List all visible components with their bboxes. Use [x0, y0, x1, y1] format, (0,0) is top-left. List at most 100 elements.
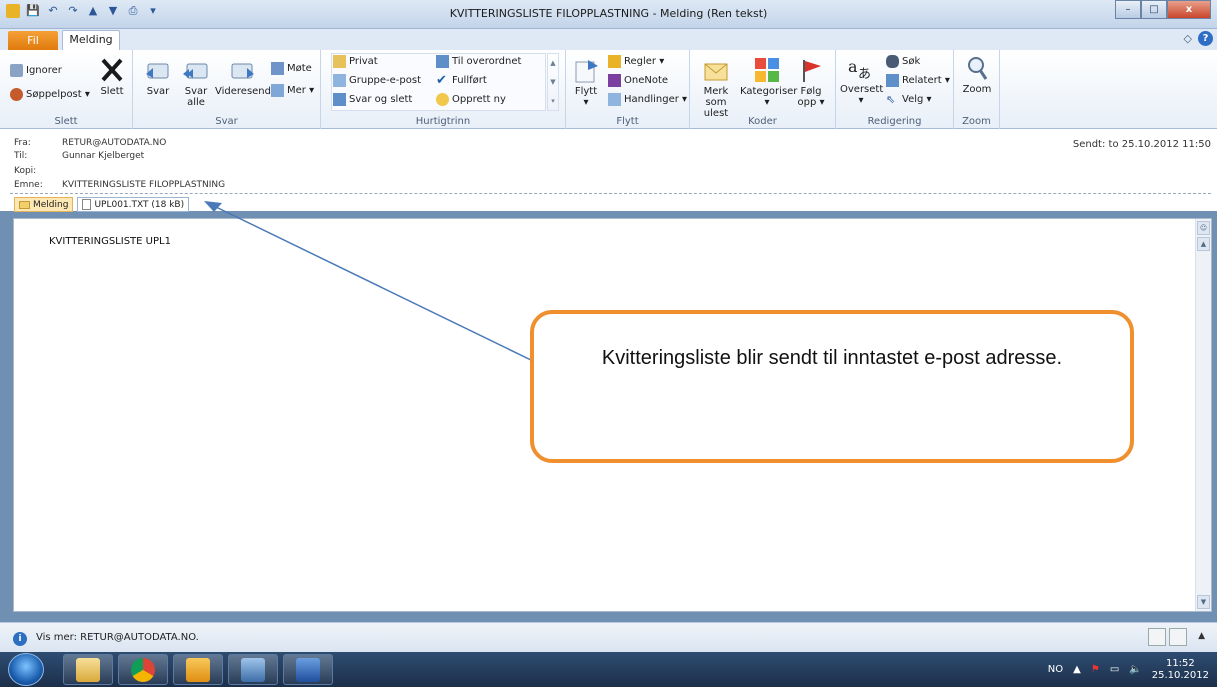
cc-row: Kopi: — [14, 166, 62, 176]
network-icon[interactable]: ▭ — [1110, 664, 1119, 675]
windows-taskbar: NO ▲ ⚑ ▭ 🔈 11:52 25.10.2012 — [0, 652, 1217, 687]
rules-button[interactable]: Regler ▾ — [608, 55, 664, 68]
person-avatar-icon[interactable] — [1169, 628, 1187, 646]
close-button[interactable]: x — [1167, 0, 1211, 19]
outlook-icon — [186, 657, 210, 682]
onenote-icon — [608, 74, 621, 87]
tab-file[interactable]: Fil — [8, 31, 58, 50]
body-text: KVITTERINGSLISTE UPL1 — [49, 236, 171, 247]
group-svar: Svar Svar alle Videresend Møte Mer ▾ Sva… — [133, 50, 321, 129]
message-header: Fra: RETUR@AUTODATA.NO Til: Gunnar Kjelb… — [0, 129, 1217, 212]
message-tab[interactable]: Melding — [14, 197, 74, 212]
svg-text:あ: あ — [858, 67, 871, 82]
window-controls: – □ x — [1115, 0, 1211, 19]
action-center-flag-icon[interactable]: ⚑ — [1091, 664, 1100, 675]
delete-label: Slett — [100, 86, 124, 97]
move-button[interactable]: Flytt ▾ — [570, 56, 602, 108]
help-icon[interactable]: ? — [1198, 31, 1213, 46]
text-file-icon — [82, 199, 92, 210]
meeting-button[interactable]: Møte — [271, 62, 312, 75]
taskbar-outlook[interactable] — [173, 654, 223, 685]
quickstep-private[interactable]: Privat — [333, 55, 378, 68]
related-button[interactable]: Relatert ▾ — [886, 74, 950, 87]
ribbon: Ignorer Søppelpost ▾ Slett Slett Svar Sv… — [0, 50, 1217, 129]
quickstep-label: Til overordnet — [452, 56, 522, 67]
move-label: Flytt — [574, 86, 598, 97]
translate-button[interactable]: aあ Oversett ▾ — [840, 54, 883, 106]
group-label-redigering: Redigering — [867, 116, 922, 127]
window-title: KVITTERINGSLISTE FILOPPLASTNING - Meldin… — [449, 7, 768, 20]
quickstep-group-email[interactable]: Gruppe-e-post — [333, 74, 421, 87]
follow-up-button[interactable]: Følg opp ▾ — [794, 56, 828, 108]
quickstep-reply-delete[interactable]: Svar og slett — [333, 93, 412, 106]
ignore-button[interactable]: Ignorer — [10, 64, 62, 77]
zoom-button[interactable]: Zoom — [960, 54, 994, 95]
forward-button[interactable]: Videresend — [215, 56, 271, 97]
follow-up-label-1: Følg — [800, 86, 822, 97]
private-icon — [333, 55, 346, 68]
tab-message[interactable]: Melding — [62, 30, 120, 50]
reply-all-button[interactable]: Svar alle — [181, 56, 211, 108]
actions-button[interactable]: Handlinger ▾ — [608, 93, 687, 106]
to-row: Til: Gunnar Kjelberget — [14, 151, 144, 161]
quickstep-create-new[interactable]: Opprett ny — [436, 93, 506, 106]
taskbar-remote[interactable] — [228, 654, 278, 685]
from-value[interactable]: RETUR@AUTODATA.NO — [62, 138, 166, 148]
vertical-scrollbar[interactable]: ☺ ▲ ▼ — [1195, 219, 1211, 611]
subject-label: Emne: — [14, 180, 43, 190]
mark-unread-button[interactable]: Merk som ulest — [694, 56, 738, 119]
from-row: Fra: RETUR@AUTODATA.NO — [14, 138, 166, 148]
ribbon-tabs: Fil Melding ◇ ? — [0, 29, 1217, 50]
taskbar-chrome[interactable] — [118, 654, 168, 685]
to-label: Til: — [14, 151, 28, 161]
volume-icon[interactable]: 🔈 — [1129, 664, 1141, 675]
maximize-button[interactable]: □ — [1141, 0, 1167, 19]
people-pane-bar: i Vis mer: RETUR@AUTODATA.NO. ▲ — [0, 622, 1217, 652]
show-hidden-icons-icon[interactable]: ▲ — [1073, 664, 1081, 675]
to-manager-icon — [436, 55, 449, 68]
delete-button[interactable]: Slett — [97, 56, 127, 97]
forward-label: Videresend — [215, 86, 271, 97]
meeting-label: Møte — [287, 63, 312, 74]
ignore-icon — [10, 64, 23, 77]
quickstep-to-manager[interactable]: Til overordnet — [436, 55, 521, 68]
group-label-flytt: Flytt — [616, 116, 639, 127]
minimize-button[interactable]: – — [1115, 0, 1141, 19]
binoculars-icon — [886, 55, 899, 68]
folder-icon — [76, 657, 100, 682]
scroll-down-button[interactable]: ▼ — [1197, 595, 1210, 609]
categorize-button[interactable]: Kategoriser ▾ — [740, 56, 797, 108]
select-button[interactable]: ⇖ Velg ▾ — [886, 93, 932, 106]
attachment-file-label: UPL001.TXT (18 kB) — [94, 199, 185, 210]
follow-up-label-2: opp ▾ — [797, 97, 825, 108]
cc-label: Kopi: — [14, 166, 37, 176]
start-button[interactable] — [8, 653, 44, 686]
group-flytt: Flytt ▾ Regler ▾ OneNote Handlinger ▾ Fly… — [566, 50, 690, 129]
more-button[interactable]: Mer ▾ — [271, 84, 314, 97]
clock-time: 11:52 — [1165, 657, 1195, 669]
person-avatar-icon[interactable] — [1148, 628, 1166, 646]
reply-all-icon — [183, 63, 208, 79]
expand-people-pane-icon[interactable]: ▲ — [1198, 631, 1205, 641]
attachment-file[interactable]: UPL001.TXT (18 kB) — [77, 197, 190, 212]
junk-button[interactable]: Søppelpost ▾ — [10, 88, 90, 101]
language-indicator[interactable]: NO — [1048, 664, 1063, 675]
categorize-icon — [755, 58, 779, 82]
quick-steps-scroll[interactable]: ▲ ▼ ▾ — [547, 53, 559, 111]
taskbar-explorer[interactable] — [63, 654, 113, 685]
group-slett: Ignorer Søppelpost ▾ Slett Slett — [0, 50, 133, 129]
collapse-ribbon-icon[interactable]: ◇ — [1184, 32, 1192, 45]
clock[interactable]: 11:52 25.10.2012 — [1152, 658, 1209, 682]
group-email-icon — [333, 74, 346, 87]
people-pane-text[interactable]: Vis mer: RETUR@AUTODATA.NO. — [36, 632, 199, 643]
quickstep-label: Svar og slett — [349, 94, 413, 105]
onenote-button[interactable]: OneNote — [608, 74, 668, 87]
reply-button[interactable]: Svar — [143, 56, 173, 97]
quickstep-done[interactable]: ✔ Fullført — [436, 74, 487, 87]
contact-card-icon[interactable]: ☺ — [1197, 221, 1210, 235]
taskbar-word[interactable] — [283, 654, 333, 685]
reply-delete-icon — [333, 93, 346, 106]
find-button[interactable]: Søk — [886, 55, 920, 68]
to-value[interactable]: Gunnar Kjelberget — [62, 151, 144, 161]
scroll-up-button[interactable]: ▲ — [1197, 237, 1210, 251]
